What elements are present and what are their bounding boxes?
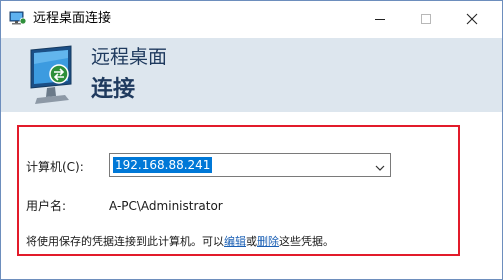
- note-middle: 或: [246, 235, 257, 248]
- monitor-connection-icon: [27, 44, 81, 110]
- close-icon: [466, 10, 478, 29]
- username-value: A-PC\Administrator: [109, 199, 223, 213]
- maximize-button[interactable]: [403, 1, 449, 38]
- credentials-note: 将使用保存的凭据连接到此计算机。可以编辑或删除这些凭据。: [26, 234, 334, 250]
- header-banner: 远程桌面 连接: [1, 38, 502, 112]
- banner-heading-line2: 连接: [91, 77, 136, 102]
- minimize-icon: [374, 10, 386, 29]
- username-label: 用户名:: [26, 199, 67, 213]
- computer-label: 计算机(C):: [26, 160, 84, 174]
- delete-credentials-link[interactable]: 删除: [257, 235, 279, 248]
- close-button[interactable]: [449, 1, 495, 38]
- window-title: 远程桌面连接: [33, 11, 112, 26]
- minimize-button[interactable]: [357, 1, 403, 38]
- computer-combobox[interactable]: 192.168.88.241: [109, 153, 391, 177]
- edit-credentials-link[interactable]: 编辑: [224, 235, 246, 248]
- chevron-down-icon: [375, 156, 385, 175]
- banner-heading-line1: 远程桌面: [91, 46, 168, 68]
- dropdown-button[interactable]: [370, 154, 390, 176]
- rdp-window: 远程桌面连接 远程桌面 连接 计算机(C): 192.168.88.241 用户…: [0, 0, 503, 280]
- maximize-icon: [420, 10, 432, 29]
- note-suffix: 这些凭据。: [279, 235, 334, 248]
- note-prefix: 将使用保存的凭据连接到此计算机。可以: [26, 235, 224, 248]
- computer-input[interactable]: 192.168.88.241: [113, 157, 213, 173]
- remote-desktop-icon: [9, 11, 27, 26]
- title-bar: 远程桌面连接: [1, 1, 502, 38]
